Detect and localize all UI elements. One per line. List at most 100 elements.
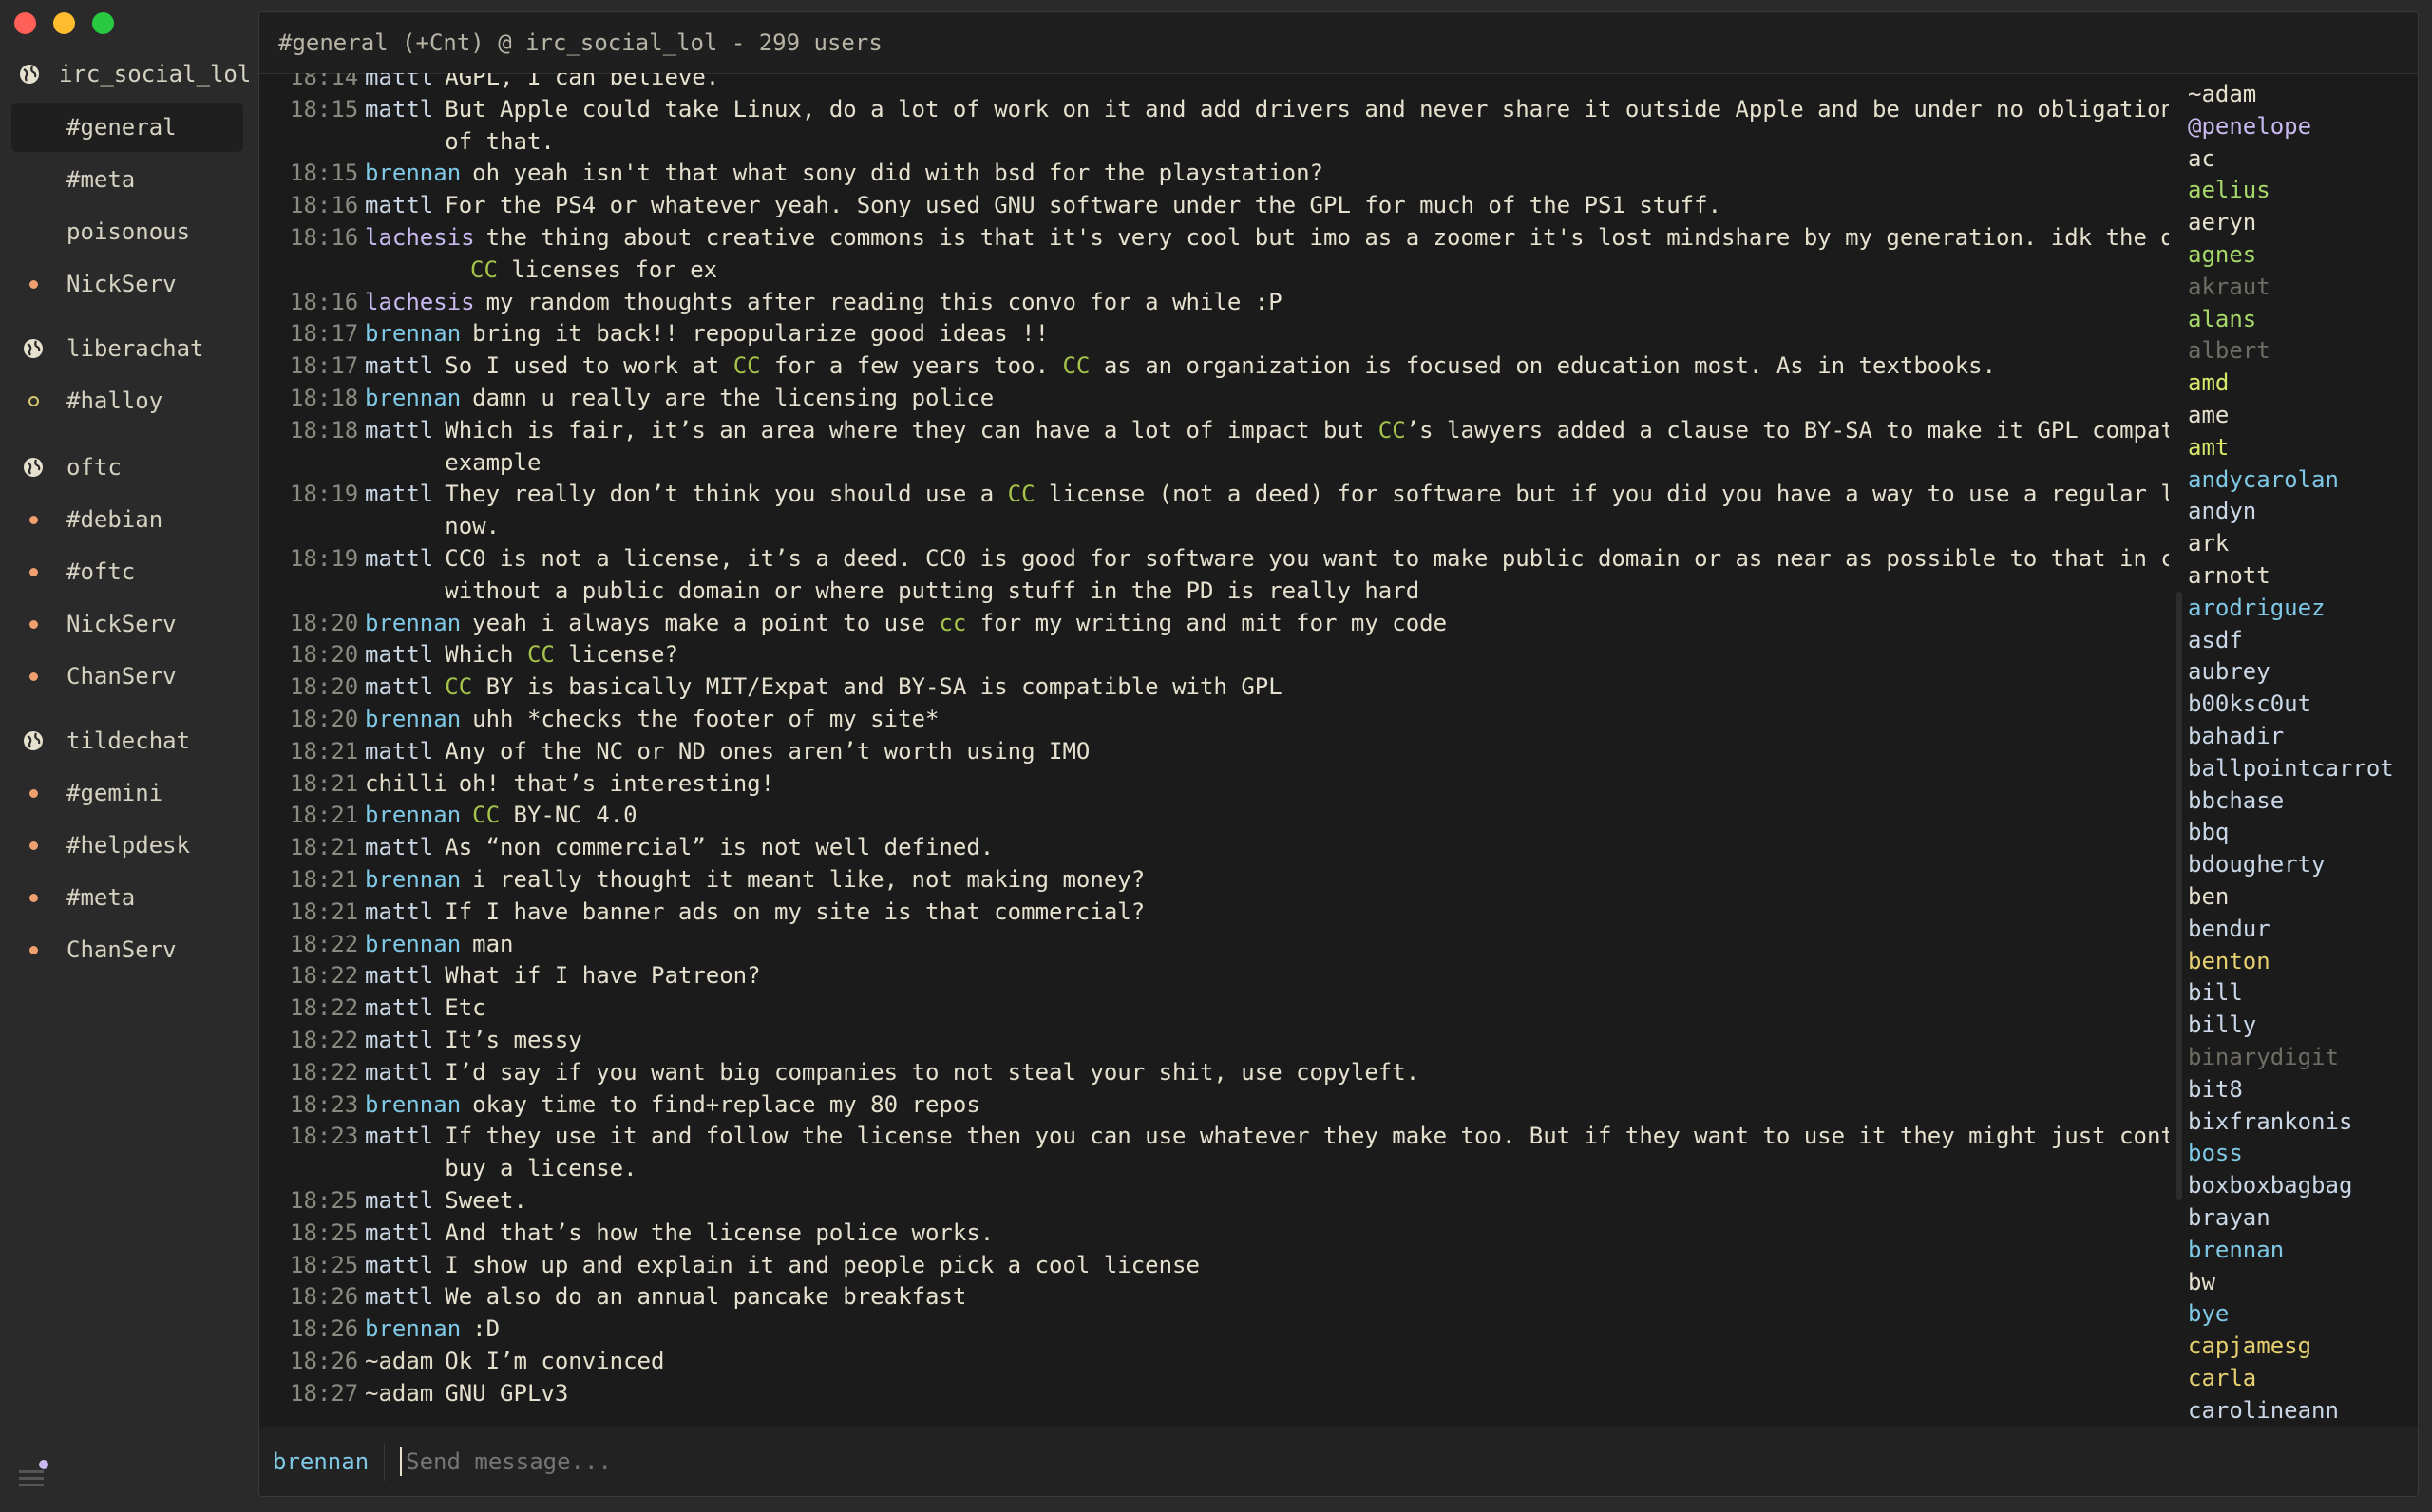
sidebar-item-oftc[interactable]: #oftc [11,547,243,596]
message-nick[interactable]: mattl [365,1059,433,1086]
message-nick[interactable]: mattl [365,1283,433,1310]
message-nick[interactable]: ~adam [365,1380,433,1407]
message-nick[interactable]: mattl [365,417,433,444]
message-nick[interactable]: brennan [365,802,461,828]
sidebar-item-general[interactable]: #general [11,103,243,152]
message-nick[interactable]: mattl [365,73,433,90]
user-list-item[interactable]: arodriguez [2188,593,2326,625]
user-list-item[interactable]: binarydigit [2188,1042,2339,1074]
message-nick[interactable]: brennan [365,610,461,636]
user-list-item[interactable]: agnes [2188,239,2256,272]
user-list-item[interactable]: ben [2188,881,2229,914]
user-list-item[interactable]: aubrey [2188,656,2270,689]
user-list-item[interactable]: ~adam [2188,79,2256,111]
sidebar-item-chanserv[interactable]: ChanServ [11,925,243,974]
message-nick[interactable]: brennan [365,1315,461,1342]
user-list-item[interactable]: brennan [2188,1235,2284,1267]
user-list-item[interactable]: billy [2188,1010,2256,1042]
user-list-item[interactable]: boss [2188,1138,2243,1170]
sidebar-item-chanserv[interactable]: ChanServ [11,652,243,701]
message-nick[interactable]: brennan [365,1091,461,1118]
user-list-item[interactable]: ac [2188,143,2215,176]
message-nick[interactable]: mattl [365,994,433,1021]
user-list-item[interactable]: ark [2188,528,2229,560]
user-list-item[interactable]: @penelope [2188,111,2311,143]
user-list-item[interactable]: ballpointcarrot [2188,753,2394,785]
user-list-item[interactable]: bbchase [2188,785,2284,818]
user-list-item[interactable]: bit8 [2188,1074,2243,1106]
message-nick[interactable]: mattl [365,481,433,507]
close-window-button[interactable] [14,12,36,34]
message-nick[interactable]: lachesis [365,224,475,251]
user-list-item[interactable]: asdf [2188,625,2243,657]
user-list-item[interactable]: b00ksc0ut [2188,689,2311,721]
sidebar-item-helpdesk[interactable]: #helpdesk [11,821,243,870]
message-nick[interactable]: mattl [365,641,433,668]
message-nick[interactable]: mattl [365,738,433,765]
message-nick[interactable]: mattl [365,962,433,989]
sidebar-item-poisonous[interactable]: poisonous [11,207,243,256]
message-nick[interactable]: mattl [365,192,433,218]
user-list-item[interactable]: bdougherty [2188,849,2326,881]
message-nick[interactable]: mattl [365,1187,433,1214]
message-nick[interactable]: mattl [365,352,433,379]
user-list-item[interactable]: bixfrankonis [2188,1106,2352,1139]
message-nick[interactable]: mattl [365,834,433,860]
message-nick[interactable]: mattl [365,898,433,925]
message-nick[interactable]: brennan [365,706,461,732]
user-list-item[interactable]: andycarolan [2188,464,2339,497]
user-list-item[interactable]: albert [2188,335,2270,368]
user-list-item[interactable]: amt [2188,432,2229,464]
user-list-item[interactable]: amd [2188,368,2229,400]
sidebar-item-liberachat[interactable]: liberachat [11,324,243,373]
user-list-item[interactable]: andyn [2188,496,2256,528]
message-nick[interactable]: mattl [365,1252,433,1278]
message-list[interactable]: 18:14 mattl AGPL, I can believe. 18:15 mattl… [259,73,2169,1427]
message-input[interactable] [400,1447,2214,1476]
sidebar-item-oftc[interactable]: oftc [11,443,243,492]
user-list-item[interactable]: bw [2188,1267,2215,1299]
sidebar-item-debian[interactable]: #debian [11,495,243,544]
user-list-item[interactable]: carolineann [2188,1395,2339,1427]
message-nick[interactable]: ~adam [365,1348,433,1374]
user-list-item[interactable]: bendur [2188,914,2270,946]
message-nick[interactable]: brennan [365,385,461,411]
sidebar-item-meta[interactable]: #meta [11,155,243,204]
user-list-item[interactable]: bill [2188,977,2243,1010]
user-list[interactable]: ~adam @penelope ac aelius aeryn agnes akraut al… [2188,73,2406,1427]
user-list-item[interactable]: boxboxbagbag [2188,1170,2352,1202]
sidebar-item-meta[interactable]: #meta [11,873,243,922]
user-list-item[interactable]: carla [2188,1363,2256,1395]
user-list-item[interactable]: akraut [2188,272,2270,304]
input-nick[interactable]: brennan [273,1443,386,1481]
message-nick[interactable]: mattl [365,1219,433,1246]
user-list-item[interactable]: bahadir [2188,721,2284,753]
message-nick[interactable]: mattl [365,1123,433,1149]
user-list-item[interactable]: brayan [2188,1202,2270,1235]
message-nick[interactable]: brennan [365,866,461,893]
user-list-item[interactable]: aelius [2188,175,2270,207]
user-list-item[interactable]: benton [2188,946,2270,978]
message-nick[interactable]: mattl [365,545,433,572]
message-nick[interactable]: chilli [365,770,447,797]
minimize-window-button[interactable] [53,12,75,34]
sidebar-item-gemini[interactable]: #gemini [11,768,243,818]
message-nick[interactable]: brennan [365,320,461,347]
user-list-item[interactable]: bye [2188,1298,2229,1331]
user-list-item[interactable]: ame [2188,400,2229,432]
message-nick[interactable]: lachesis [365,289,475,315]
message-nick[interactable]: mattl [365,673,433,700]
user-list-item[interactable]: arnott [2188,560,2270,593]
sidebar-settings-icon[interactable] [17,1459,55,1493]
sidebar-item-nickserv[interactable]: NickServ [11,259,243,309]
sidebar-item-nickserv[interactable]: NickServ [11,599,243,649]
user-list-item[interactable]: capjamesg [2188,1331,2311,1363]
sidebar-item-halloy[interactable]: #halloy [11,376,243,425]
maximize-window-button[interactable] [92,12,114,34]
user-list-item[interactable]: alans [2188,304,2256,336]
message-nick[interactable]: brennan [365,160,461,186]
userlist-scrollbar[interactable] [2176,592,2182,1200]
message-nick[interactable]: mattl [365,96,433,123]
user-list-item[interactable]: bbq [2188,817,2229,849]
sidebar-item-irc_social_lol[interactable]: irc_social_lol [11,49,251,99]
